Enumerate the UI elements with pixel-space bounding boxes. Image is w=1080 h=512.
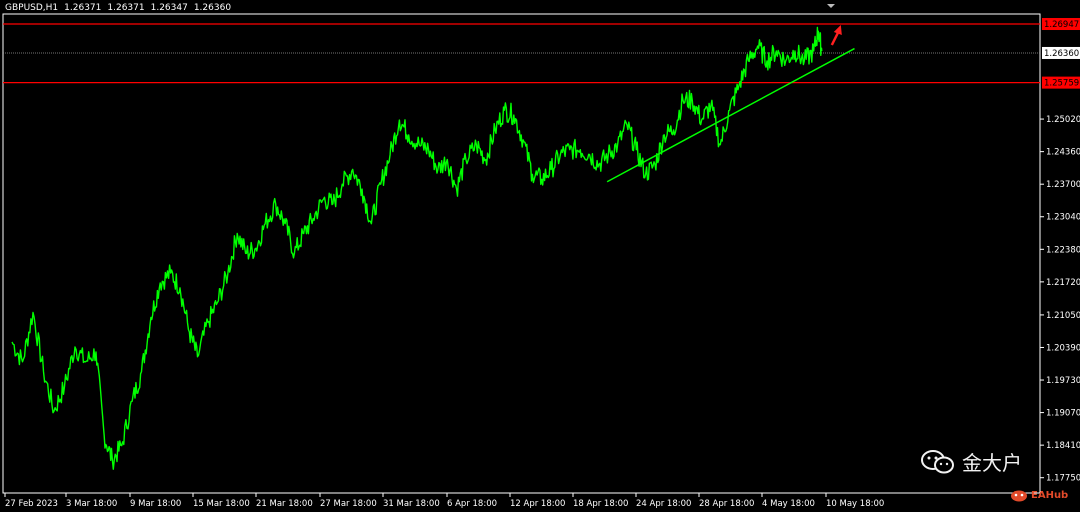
wechat-icon [921, 449, 954, 473]
close-value: 1.26360 [193, 3, 232, 13]
watermark-text: 金大户 [962, 451, 1022, 475]
y-tick-label: 1.23700 [1046, 180, 1080, 190]
x-tick-label: 18 Apr 18:00 [573, 499, 628, 509]
y-tick-label: 1.21720 [1046, 278, 1080, 288]
x-tick-label: 27 Mar 18:00 [320, 499, 377, 509]
watermark: 金大户 [920, 447, 1022, 476]
y-tick-label: 1.18410 [1046, 441, 1080, 451]
y-tick-label: 1.25020 [1046, 115, 1080, 125]
x-tick-label: 24 Apr 18:00 [636, 499, 691, 509]
y-tick-label: 1.20390 [1046, 343, 1080, 353]
x-tick-label: 28 Apr 18:00 [699, 499, 754, 509]
open-value: 1.26371 [64, 3, 102, 13]
high-value: 1.26371 [107, 3, 145, 13]
y-tick-label: 1.24360 [1046, 148, 1080, 158]
x-tick-label: 15 Mar 18:00 [193, 499, 250, 509]
y-tick-label: 1.19070 [1046, 409, 1080, 419]
price-series-line [11, 26, 823, 470]
x-tick-label: 12 Apr 18:00 [510, 499, 565, 509]
y-tick-label: 1.17750 [1046, 474, 1080, 484]
chart-header: GBPUSD,H1 1.26371 1.26371 1.26347 1.26360 [5, 3, 237, 13]
y-tick-label: 1.22380 [1046, 245, 1080, 255]
current-price-label: 1.26360 [1044, 49, 1079, 59]
x-tick-label: 6 Apr 18:00 [447, 499, 497, 509]
shift-marker [827, 4, 835, 8]
brand-logo: EAHub [1010, 488, 1068, 502]
level-price-label: 1.25759 [1044, 79, 1079, 89]
up-arrow-shaft [830, 32, 839, 46]
x-tick-label: 31 Mar 18:00 [383, 499, 440, 509]
ascending-trendline [606, 47, 855, 183]
y-tick-label: 1.19730 [1046, 376, 1080, 386]
level-price-label: 1.26947 [1044, 20, 1079, 30]
x-tick-label: 9 Mar 18:00 [130, 499, 181, 509]
y-tick-label: 1.23040 [1046, 213, 1080, 223]
x-tick-label: 21 Mar 18:00 [256, 499, 313, 509]
x-tick-label: 10 May 18:00 [826, 499, 884, 509]
price-chart[interactable]: 1.17750 1.18410 1.19070 1.19730 1.20390 1.210… [0, 0, 1080, 512]
symbol-label: GBPUSD,H1 [5, 3, 59, 13]
plot-frame [2, 13, 1041, 494]
up-arrow-head [833, 24, 842, 35]
brand-text: EAHub [1031, 489, 1069, 501]
eahub-logo-icon [1011, 490, 1027, 502]
x-tick-label: 3 Mar 18:00 [66, 499, 117, 509]
low-value: 1.26347 [150, 3, 188, 13]
x-tick-label: 4 May 18:00 [762, 499, 815, 509]
y-tick-label: 1.21050 [1046, 311, 1080, 321]
x-tick-label: 27 Feb 2023 [5, 499, 58, 509]
